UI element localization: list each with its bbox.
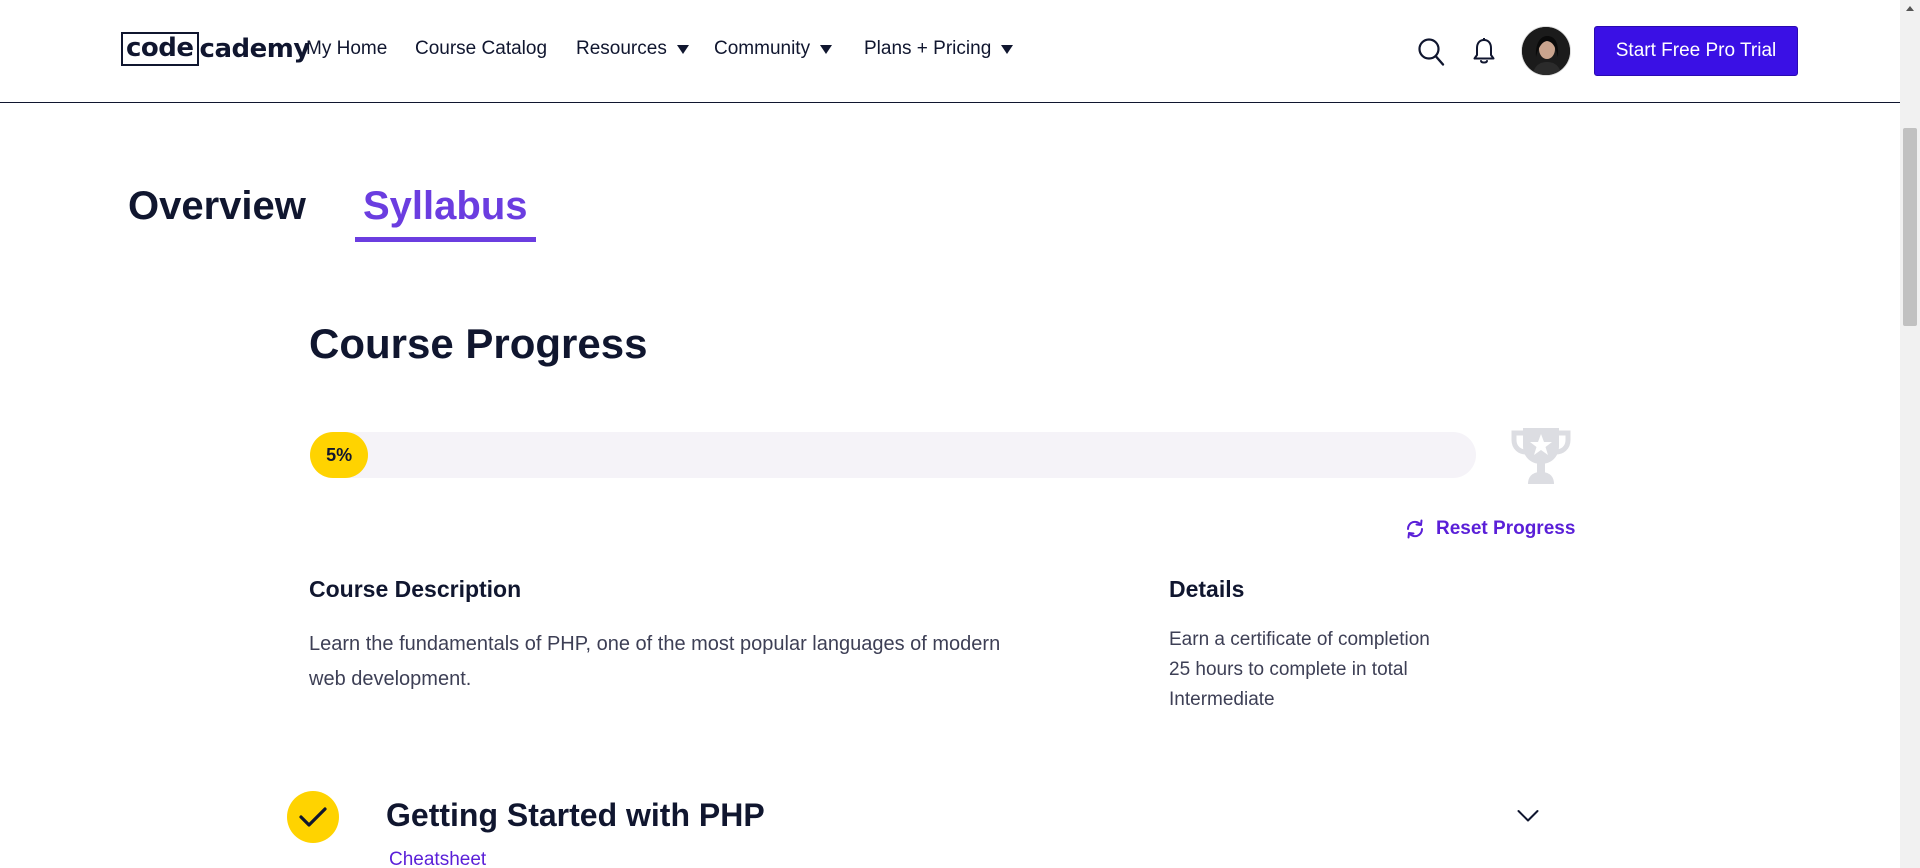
start-free-pro-trial-button[interactable]: Start Free Pro Trial xyxy=(1594,26,1798,76)
nav-my-home-label: My Home xyxy=(306,38,388,59)
tab-syllabus[interactable]: Syllabus xyxy=(355,184,536,242)
scroll-thumb[interactable] xyxy=(1903,128,1917,326)
nav-my-home[interactable]: My Home xyxy=(306,38,387,60)
search-button[interactable] xyxy=(1417,37,1445,72)
bell-icon xyxy=(1473,38,1495,64)
nav-course-catalog[interactable]: Course Catalog xyxy=(415,38,547,60)
search-icon xyxy=(1418,38,1445,66)
course-progress-title: Course Progress xyxy=(309,320,648,367)
course-description-text: Learn the fundamentals of PHP, one of th… xyxy=(309,633,1001,690)
details-heading: Details xyxy=(1169,576,1245,602)
scroll-up-arrow-icon[interactable] xyxy=(1906,6,1914,11)
nav-course-catalog-label: Course Catalog xyxy=(415,38,548,59)
detail-level: Intermediate xyxy=(1169,689,1275,710)
logo-cademy: cademy xyxy=(199,34,311,64)
avatar-image xyxy=(1522,27,1570,75)
trophy-icon xyxy=(1510,424,1572,491)
top-navigation: code cademy My Home Course Catalog Resour… xyxy=(0,0,1900,103)
nav-resources[interactable]: Resources xyxy=(576,38,689,60)
module-title[interactable]: Getting Started with PHP xyxy=(386,797,765,834)
nav-plans-pricing[interactable]: Plans + Pricing xyxy=(864,38,1014,60)
cheatsheet-link[interactable]: Cheatsheet xyxy=(389,849,486,868)
user-avatar[interactable] xyxy=(1521,26,1571,76)
reset-progress-label: Reset Progress xyxy=(1436,518,1576,539)
reset-progress-button[interactable]: Reset Progress xyxy=(1404,518,1575,540)
nav-plans-pricing-label: Plans + Pricing xyxy=(864,38,992,59)
detail-certificate: Earn a certificate of completion xyxy=(1169,629,1430,650)
course-description-heading: Course Description xyxy=(309,576,522,602)
detail-duration: 25 hours to complete in total xyxy=(1169,659,1408,680)
caret-down-icon xyxy=(676,45,689,54)
codecademy-logo[interactable]: code cademy xyxy=(121,32,310,66)
caret-down-icon xyxy=(820,45,833,54)
nav-community[interactable]: Community xyxy=(714,38,833,60)
nav-resources-label: Resources xyxy=(576,38,667,59)
logo-code: code xyxy=(121,32,199,66)
caret-down-icon xyxy=(1001,45,1014,54)
progress-percent-label: 5% xyxy=(326,444,353,465)
tab-overview[interactable]: Overview xyxy=(128,184,306,229)
progress-bar-fill: 5% xyxy=(310,432,369,478)
nav-community-label: Community xyxy=(714,38,811,59)
notifications-button[interactable] xyxy=(1472,37,1496,70)
page-scrollbar[interactable] xyxy=(1900,0,1920,868)
expand-module-button[interactable] xyxy=(1517,809,1539,828)
chevron-down-icon xyxy=(1517,810,1539,822)
details-list: Earn a certificate of completion 25 hour… xyxy=(1169,625,1430,715)
progress-bar: 5% xyxy=(310,432,1476,478)
module-completed-check-icon xyxy=(287,791,339,843)
refresh-icon xyxy=(1406,519,1424,539)
